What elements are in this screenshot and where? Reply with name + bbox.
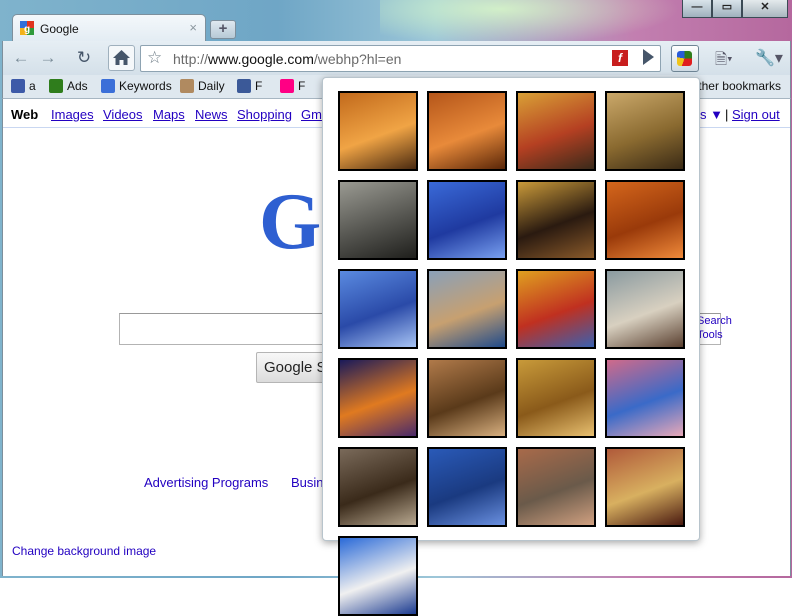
close-window-button[interactable]: ✕ bbox=[742, 0, 788, 18]
gallery-thumbnail[interactable] bbox=[338, 180, 418, 260]
facebook-icon bbox=[237, 79, 251, 93]
gallery-thumbnail[interactable] bbox=[516, 447, 596, 527]
forward-arrow-icon[interactable]: → bbox=[37, 47, 59, 69]
gallery-thumbnail[interactable] bbox=[338, 447, 418, 527]
google-favicon-icon: g bbox=[20, 21, 34, 35]
background-gallery-popup bbox=[322, 77, 700, 616]
page-icon bbox=[180, 79, 194, 93]
google-icon bbox=[101, 79, 115, 93]
bookmark-item[interactable]: a bbox=[11, 79, 36, 93]
bookmark-label: a bbox=[29, 79, 36, 93]
google-icon bbox=[49, 79, 63, 93]
tab-title: Google bbox=[40, 22, 79, 36]
nav-news[interactable]: News bbox=[195, 107, 228, 122]
tab-close-icon[interactable]: × bbox=[189, 20, 197, 35]
bookmark-label: Keywords bbox=[119, 79, 172, 93]
advertising-programs-link[interactable]: Advertising Programs bbox=[144, 475, 268, 490]
business-link[interactable]: Busin bbox=[291, 475, 324, 490]
gallery-thumbnail[interactable] bbox=[605, 358, 685, 438]
wrench-menu-icon[interactable]: 🔧▾ bbox=[755, 48, 783, 68]
window-controls: — ▭ ✕ bbox=[682, 0, 788, 18]
gallery-thumbnail[interactable] bbox=[338, 536, 418, 616]
bookmark-label: Other bookmarks bbox=[688, 79, 781, 93]
bookmark-item[interactable]: Ads bbox=[49, 79, 88, 93]
back-arrow-icon[interactable]: ← bbox=[10, 47, 32, 69]
language-tools-link[interactable]: Tools bbox=[697, 329, 723, 341]
nav-separator: | bbox=[725, 107, 729, 122]
gallery-thumbnail[interactable] bbox=[605, 91, 685, 171]
person-icon bbox=[11, 79, 25, 93]
gallery-thumbnail[interactable] bbox=[427, 269, 507, 349]
gallery-extension-button[interactable] bbox=[671, 45, 699, 72]
bookmark-label: Daily bbox=[198, 79, 225, 93]
tab-google[interactable]: g Google × bbox=[12, 14, 206, 42]
gallery-thumbnail[interactable] bbox=[516, 269, 596, 349]
url-text: http://www.google.com/webhp?hl=en bbox=[173, 51, 402, 67]
frame-background-glow bbox=[380, 0, 680, 45]
gallery-thumbnail[interactable] bbox=[427, 180, 507, 260]
nav-gmail[interactable]: Gm bbox=[301, 107, 322, 122]
gallery-thumbnail[interactable] bbox=[605, 269, 685, 349]
gallery-extension-icon bbox=[677, 51, 692, 66]
reload-icon[interactable]: ↻ bbox=[73, 47, 95, 69]
page-menu-icon[interactable]: 🗎▾ bbox=[715, 49, 733, 74]
gallery-thumbnail[interactable] bbox=[338, 91, 418, 171]
bookmark-label: F bbox=[255, 79, 263, 93]
svg-text:g: g bbox=[24, 24, 30, 35]
nav-images[interactable]: Images bbox=[51, 107, 94, 122]
go-arrow-icon[interactable] bbox=[643, 49, 654, 65]
change-background-link[interactable]: Change background image bbox=[12, 544, 156, 558]
bookmark-label: Ads bbox=[67, 79, 88, 93]
new-tab-button[interactable]: + bbox=[210, 20, 236, 39]
gallery-thumbnail[interactable] bbox=[338, 269, 418, 349]
gallery-thumbnail[interactable] bbox=[427, 447, 507, 527]
gallery-thumbnail[interactable] bbox=[338, 358, 418, 438]
bookmark-item[interactable]: F bbox=[237, 79, 262, 93]
nav-web: Web bbox=[11, 107, 39, 122]
minimize-button[interactable]: — bbox=[682, 0, 712, 18]
bookmark-item[interactable]: Keywords bbox=[101, 79, 172, 93]
nav-more-partial[interactable]: s ▼ bbox=[700, 107, 723, 122]
advanced-search-link[interactable]: Search bbox=[697, 315, 732, 327]
nav-videos[interactable]: Videos bbox=[103, 107, 143, 122]
gallery-thumbnail[interactable] bbox=[516, 358, 596, 438]
bookmark-item[interactable]: F bbox=[280, 79, 305, 93]
bookmark-star-icon[interactable]: ☆ bbox=[147, 48, 162, 68]
flickr-icon bbox=[280, 79, 294, 93]
sign-out-link[interactable]: Sign out bbox=[732, 107, 780, 122]
gallery-thumbnail[interactable] bbox=[427, 358, 507, 438]
bookmark-item[interactable]: Daily bbox=[180, 79, 225, 93]
nav-maps[interactable]: Maps bbox=[153, 107, 185, 122]
gallery-thumbnail[interactable] bbox=[605, 447, 685, 527]
nav-shopping[interactable]: Shopping bbox=[237, 107, 292, 122]
address-bar[interactable]: ☆ http://www.google.com/webhp?hl=en f bbox=[140, 45, 661, 72]
home-icon bbox=[113, 50, 130, 65]
home-button[interactable] bbox=[108, 45, 135, 71]
maximize-button[interactable]: ▭ bbox=[712, 0, 742, 18]
toolbar: ← → ↻ ☆ http://www.google.com/webhp?hl=e… bbox=[2, 41, 791, 75]
gallery-thumbnail[interactable] bbox=[516, 180, 596, 260]
gallery-thumbnail[interactable] bbox=[605, 180, 685, 260]
gallery-thumbnail[interactable] bbox=[516, 91, 596, 171]
flash-icon[interactable]: f bbox=[612, 50, 628, 66]
bookmark-label: F bbox=[298, 79, 306, 93]
gallery-thumbnail[interactable] bbox=[427, 91, 507, 171]
